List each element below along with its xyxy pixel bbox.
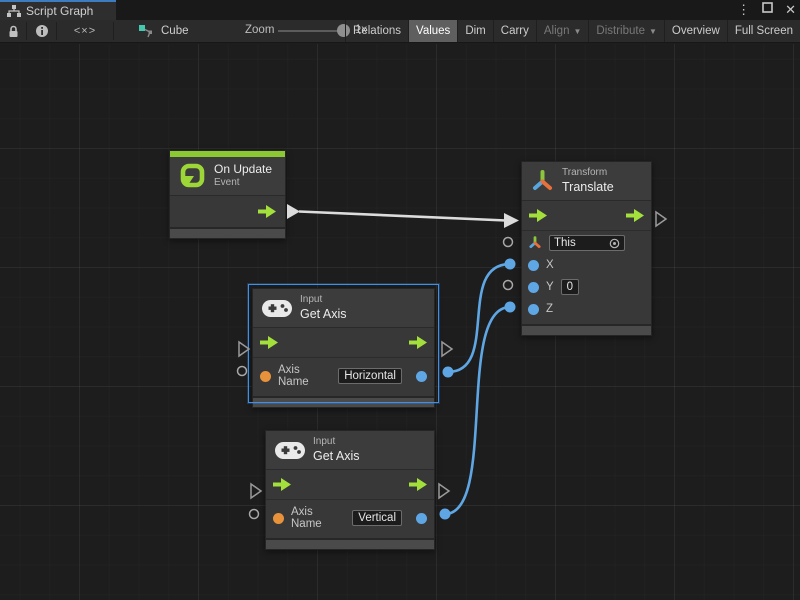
string-port[interactable] [260, 371, 271, 382]
result-port[interactable] [416, 371, 427, 382]
node-footer [522, 324, 651, 335]
info-button[interactable] [27, 20, 56, 42]
node-subtitle: Event [214, 177, 272, 190]
flow-output-port[interactable] [409, 336, 427, 349]
value-port-z[interactable] [528, 304, 539, 315]
tab-bar: Script Graph ⋮ ✕ [0, 0, 800, 20]
lock-icon [8, 25, 19, 38]
zoom-slider-track[interactable] [278, 30, 344, 32]
values-button[interactable]: Values [408, 20, 457, 42]
maximize-icon[interactable] [762, 0, 773, 20]
node-translate[interactable]: Transform Translate This [521, 161, 652, 336]
value-port-y[interactable] [528, 282, 539, 293]
lock-button[interactable] [0, 20, 26, 42]
flow-input-port[interactable] [260, 336, 278, 349]
input-port-z: Z [522, 299, 651, 324]
axis-name-field[interactable]: Horizontal [338, 368, 402, 384]
input-port-y: Y 0 [522, 275, 651, 299]
node-header: Input Get Axis [266, 431, 434, 470]
window-controls: ⋮ ✕ [737, 0, 796, 20]
window-menu-icon[interactable]: ⋮ [737, 0, 750, 20]
axis-name-field[interactable]: Vertical [352, 510, 402, 526]
graph-hierarchy-icon [7, 5, 21, 17]
y-value-field[interactable]: 0 [561, 279, 579, 295]
info-icon [35, 24, 49, 38]
flow-output-port[interactable] [626, 209, 644, 222]
node-header: On Update Event [170, 157, 285, 196]
node-on-update[interactable]: On Update Event [169, 150, 286, 239]
string-port[interactable] [273, 513, 284, 524]
node-title: Translate [562, 180, 614, 196]
node-get-axis-vertical[interactable]: Input Get Axis Axis Name Vertical [265, 430, 435, 550]
flow-input-port[interactable] [529, 209, 547, 222]
breadcrumb[interactable]: Cube [138, 20, 189, 42]
value-port-x[interactable] [528, 260, 539, 271]
graph-toolbar: <×> Cube Zoom 1x Relations Values Dim Ca… [0, 20, 800, 43]
script-graph-window: Script Graph ⋮ ✕ <×> [0, 0, 800, 600]
chevron-down-icon: ▼ [649, 27, 657, 36]
close-icon[interactable]: ✕ [785, 0, 796, 20]
node-footer [266, 538, 434, 549]
axis-name-row: Axis Name Horizontal [253, 358, 434, 396]
tab-title: Script Graph [26, 4, 93, 18]
relations-button[interactable]: Relations [345, 20, 408, 42]
full-screen-button[interactable]: Full Screen [727, 20, 800, 42]
transform-axis-icon-small [528, 236, 542, 250]
loop-event-icon [179, 162, 206, 189]
node-footer [170, 227, 285, 238]
distribute-dropdown[interactable]: Distribute▼ [588, 20, 664, 42]
node-header: Input Get Axis [253, 289, 434, 328]
input-port-x: X [522, 255, 651, 275]
transform-axis-icon [531, 169, 554, 194]
preview-code-button[interactable]: <×> [57, 20, 113, 42]
node-category: Input [300, 294, 347, 307]
node-title: Get Axis [300, 307, 347, 323]
node-category: Input [313, 436, 360, 449]
result-port[interactable] [416, 513, 427, 524]
axis-name-row: Axis Name Vertical [266, 500, 434, 538]
graph-pointer-icon [138, 24, 155, 39]
flow-input-port[interactable] [273, 478, 291, 491]
zoom-label: Zoom [245, 24, 274, 36]
chevron-down-icon: ▼ [573, 27, 581, 36]
node-category: Transform [562, 167, 614, 180]
overview-button[interactable]: Overview [664, 20, 727, 42]
target-object-field[interactable]: This [549, 235, 625, 251]
gamepad-icon [262, 298, 292, 319]
object-picker-icon[interactable] [609, 238, 620, 249]
carry-button[interactable]: Carry [493, 20, 536, 42]
breadcrumb-label: Cube [161, 25, 189, 37]
node-title: On Update [214, 162, 272, 177]
flow-output-port[interactable] [409, 478, 427, 491]
node-footer [253, 396, 434, 407]
node-title: Get Axis [313, 449, 360, 465]
tab-script-graph[interactable]: Script Graph [0, 0, 116, 20]
flow-output-port[interactable] [258, 205, 276, 218]
node-get-axis-horizontal[interactable]: Input Get Axis Axis Name Horizontal [252, 288, 435, 408]
dim-button[interactable]: Dim [457, 20, 492, 42]
target-port-row: This [522, 231, 651, 255]
node-header: Transform Translate [522, 162, 651, 201]
toolbar-right-group: Relations Values Dim Carry Align▼ Distri… [345, 20, 800, 42]
gamepad-icon [275, 440, 305, 461]
align-dropdown[interactable]: Align▼ [536, 20, 589, 42]
